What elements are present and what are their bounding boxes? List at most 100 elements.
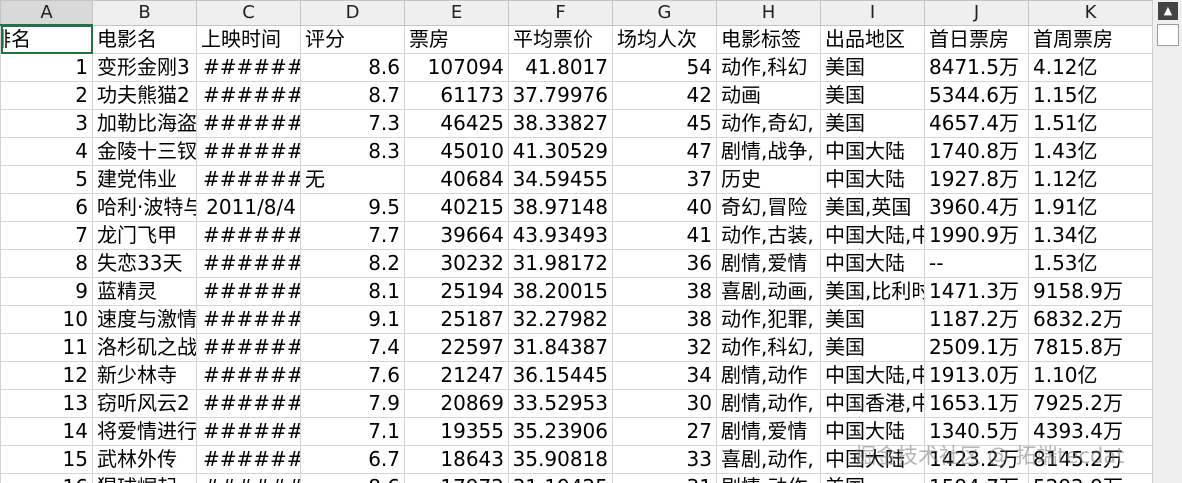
table-cell[interactable]: 25194	[404, 277, 509, 306]
table-cell[interactable]: 功夫熊猫2	[92, 81, 197, 110]
table-cell[interactable]: 7.7	[300, 221, 405, 250]
table-cell[interactable]: 美国	[820, 305, 925, 334]
table-cell[interactable]: 中国大陆	[820, 417, 925, 446]
table-cell[interactable]: 8.7	[300, 81, 405, 110]
header-cell[interactable]: 评分	[300, 24, 405, 54]
table-cell[interactable]: #######	[196, 249, 301, 278]
table-cell[interactable]: 1.91亿	[1028, 193, 1152, 222]
table-cell[interactable]: 动作,犯罪,	[716, 305, 821, 334]
table-cell[interactable]: #######	[196, 445, 301, 474]
table-cell[interactable]: 2	[0, 81, 93, 110]
table-cell[interactable]: 31.98172	[508, 249, 613, 278]
table-cell[interactable]: 动作,古装,	[716, 221, 821, 250]
table-cell[interactable]: 40684	[404, 165, 509, 194]
column-header-B[interactable]: B	[92, 0, 197, 26]
table-cell[interactable]: 中国大陆	[820, 165, 925, 194]
table-cell[interactable]: 1740.8万	[924, 137, 1029, 166]
table-cell[interactable]: 1423.2万	[924, 445, 1029, 474]
table-cell[interactable]: 9.1	[300, 305, 405, 334]
table-cell[interactable]: 武林外传	[92, 445, 197, 474]
table-cell[interactable]: 34	[612, 361, 717, 390]
table-cell[interactable]: 变形金刚3	[92, 53, 197, 82]
table-cell[interactable]: 7925.2万	[1028, 389, 1152, 418]
table-cell[interactable]: 34.59455	[508, 165, 613, 194]
table-cell[interactable]: 剧情,爱情	[716, 417, 821, 446]
table-cell[interactable]: 剧情,动作,	[716, 473, 821, 483]
table-cell[interactable]: #######	[196, 473, 301, 483]
table-cell[interactable]: 35.90818	[508, 445, 613, 474]
table-cell[interactable]: 7.3	[300, 109, 405, 138]
table-cell[interactable]: 动作,科幻	[716, 53, 821, 82]
table-cell[interactable]: 3960.4万	[924, 193, 1029, 222]
header-cell[interactable]: 票房	[404, 24, 509, 54]
header-cell[interactable]: 首日票房	[924, 24, 1029, 54]
table-cell[interactable]: 38.33827	[508, 109, 613, 138]
table-cell[interactable]: 美国,英国	[820, 193, 925, 222]
table-cell[interactable]: 13	[0, 389, 93, 418]
table-cell[interactable]: 9158.9万	[1028, 277, 1152, 306]
table-cell[interactable]: 将爱情进行	[92, 417, 197, 446]
header-cell[interactable]: 首周票房	[1028, 24, 1152, 54]
table-cell[interactable]: 无	[300, 165, 405, 194]
column-header-D[interactable]: D	[300, 0, 405, 26]
table-cell[interactable]: 41.8017	[508, 53, 613, 82]
table-cell[interactable]: 31.19425	[508, 473, 613, 483]
table-cell[interactable]: 1913.0万	[924, 361, 1029, 390]
column-header-I[interactable]: I	[820, 0, 925, 26]
table-cell[interactable]: 1.12亿	[1028, 165, 1152, 194]
table-cell[interactable]: 38.97148	[508, 193, 613, 222]
table-cell[interactable]: 7.4	[300, 333, 405, 362]
table-cell[interactable]: 动作,科幻,	[716, 333, 821, 362]
table-cell[interactable]: 中国大陆	[820, 445, 925, 474]
table-cell[interactable]: 6832.2万	[1028, 305, 1152, 334]
header-cell[interactable]: 电影标签	[716, 24, 821, 54]
table-cell[interactable]: #######	[196, 361, 301, 390]
table-cell[interactable]: 2011/8/4	[196, 193, 301, 222]
table-cell[interactable]: 3	[0, 109, 93, 138]
table-cell[interactable]: 剧情,动作	[716, 361, 821, 390]
table-cell[interactable]: 37	[612, 165, 717, 194]
table-cell[interactable]: 45010	[404, 137, 509, 166]
table-cell[interactable]: 36	[612, 249, 717, 278]
table-cell[interactable]: 32	[612, 333, 717, 362]
table-cell[interactable]: 33	[612, 445, 717, 474]
table-cell[interactable]: 2509.1万	[924, 333, 1029, 362]
column-header-E[interactable]: E	[404, 0, 509, 26]
table-cell[interactable]: 30232	[404, 249, 509, 278]
table-cell[interactable]: 1340.5万	[924, 417, 1029, 446]
table-cell[interactable]: 美国	[820, 53, 925, 82]
table-cell[interactable]: 美国	[820, 81, 925, 110]
table-cell[interactable]: 4657.4万	[924, 109, 1029, 138]
column-header-J[interactable]: J	[924, 0, 1029, 26]
table-cell[interactable]: 20869	[404, 389, 509, 418]
table-cell[interactable]: 龙门飞甲	[92, 221, 197, 250]
table-cell[interactable]: #######	[196, 305, 301, 334]
header-cell[interactable]: 上映时间	[196, 24, 301, 54]
table-cell[interactable]: 41.30529	[508, 137, 613, 166]
vertical-scrollbar[interactable]: ▲	[1152, 0, 1182, 483]
table-cell[interactable]: 37.79976	[508, 81, 613, 110]
table-cell[interactable]: 7.1	[300, 417, 405, 446]
table-cell[interactable]: 8	[0, 249, 93, 278]
table-cell[interactable]: 15	[0, 445, 93, 474]
header-cell[interactable]: 电影名	[92, 24, 197, 54]
table-cell[interactable]: 17972	[404, 473, 509, 483]
table-cell[interactable]: 加勒比海盗	[92, 109, 197, 138]
scrollbar-thumb[interactable]	[1157, 24, 1179, 46]
table-cell[interactable]: 8.2	[300, 249, 405, 278]
table-cell[interactable]: 1471.3万	[924, 277, 1029, 306]
table-cell[interactable]: 动画	[716, 81, 821, 110]
table-cell[interactable]: 54	[612, 53, 717, 82]
table-cell[interactable]: 1594.7万	[924, 473, 1029, 483]
table-cell[interactable]: 1927.8万	[924, 165, 1029, 194]
table-cell[interactable]: 中国大陆,中	[820, 221, 925, 250]
column-header-A[interactable]: A	[0, 0, 93, 26]
header-cell[interactable]: 场均人次	[612, 24, 717, 54]
table-cell[interactable]: 38	[612, 305, 717, 334]
column-header-H[interactable]: H	[716, 0, 821, 26]
column-header-F[interactable]: F	[508, 0, 613, 26]
table-cell[interactable]: 47	[612, 137, 717, 166]
table-cell[interactable]: 9	[0, 277, 93, 306]
table-cell[interactable]: 失恋33天	[92, 249, 197, 278]
table-cell[interactable]: 洛杉矶之战	[92, 333, 197, 362]
